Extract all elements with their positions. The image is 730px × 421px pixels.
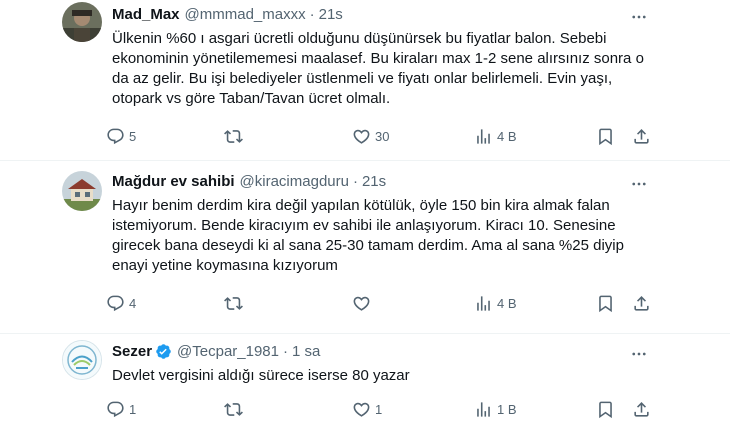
- user-handle[interactable]: @kiracimagduru: [240, 173, 349, 190]
- bookmark-icon: [596, 127, 615, 146]
- display-name[interactable]: Mağdur ev sahibi: [112, 173, 235, 190]
- reply-icon: [106, 400, 125, 419]
- display-name[interactable]: Sezer: [112, 343, 152, 360]
- tweet-1[interactable]: Mad_Max @mmmad_maxxx · 21s Ülkenin %60 ı…: [0, 0, 730, 160]
- tweet-text: Hayır benim derdim kira değil yapılan kö…: [112, 197, 624, 274]
- views-icon: [474, 294, 493, 313]
- avatar[interactable]: [62, 340, 102, 380]
- views-button[interactable]: 1 B: [474, 397, 517, 421]
- user-handle[interactable]: @Tecpar_1981: [177, 343, 279, 360]
- share-button[interactable]: [632, 397, 651, 421]
- display-name[interactable]: Mad_Max: [112, 6, 180, 23]
- reply-button[interactable]: 1: [106, 397, 136, 421]
- share-icon: [632, 127, 651, 146]
- more-icon[interactable]: [628, 173, 650, 195]
- avatar[interactable]: [62, 171, 102, 211]
- reply-icon: [106, 294, 125, 313]
- separator-dot: ·: [352, 173, 358, 190]
- bookmark-button[interactable]: [596, 397, 615, 421]
- like-icon: [352, 294, 371, 313]
- avatar[interactable]: [62, 2, 102, 42]
- views-icon: [474, 400, 493, 419]
- like-count: 30: [375, 128, 390, 144]
- retweet-icon: [224, 127, 243, 146]
- bookmark-button[interactable]: [596, 291, 615, 315]
- timestamp[interactable]: 21s: [319, 6, 343, 23]
- tweet-actions: 4 4 B: [106, 291, 656, 315]
- reply-icon: [106, 127, 125, 146]
- reply-button[interactable]: 5: [106, 124, 136, 148]
- tweet-text: Devlet vergisini aldığı sürece iserse 80…: [112, 367, 410, 384]
- more-icon[interactable]: [628, 6, 650, 28]
- views-icon: [474, 127, 493, 146]
- bookmark-button[interactable]: [596, 124, 615, 148]
- bookmark-icon: [596, 400, 615, 419]
- like-button[interactable]: 30: [352, 124, 389, 148]
- views-count: 4 B: [497, 295, 517, 311]
- like-icon: [352, 127, 371, 146]
- tweet-actions: 1 1 1 B: [106, 397, 656, 421]
- like-button[interactable]: 1: [352, 397, 382, 421]
- retweet-button[interactable]: [224, 397, 247, 421]
- share-icon: [632, 294, 651, 313]
- like-button[interactable]: [352, 291, 375, 315]
- user-handle[interactable]: @mmmad_maxxx: [185, 6, 306, 23]
- like-count: 1: [375, 401, 383, 417]
- tweet-2[interactable]: Mağdur ev sahibi @kiracimagduru · 21s Ha…: [0, 161, 730, 333]
- share-icon: [632, 400, 651, 419]
- retweet-icon: [224, 400, 243, 419]
- share-button[interactable]: [632, 291, 651, 315]
- tweet-3[interactable]: Sezer @Tecpar_1981 · 1 sa Devlet vergisi…: [0, 334, 730, 420]
- share-button[interactable]: [632, 124, 651, 148]
- verified-badge-icon: [155, 343, 172, 360]
- reply-count: 4: [129, 295, 137, 311]
- timestamp[interactable]: 1 sa: [292, 343, 320, 360]
- tweet-header: Mağdur ev sahibi @kiracimagduru · 21s: [112, 173, 386, 190]
- views-count: 4 B: [497, 128, 517, 144]
- views-count: 1 B: [497, 401, 517, 417]
- reply-count: 1: [129, 401, 137, 417]
- tweet-actions: 5 30 4 B: [106, 124, 656, 148]
- retweet-button[interactable]: [224, 291, 247, 315]
- tweet-header: Mad_Max @mmmad_maxxx · 21s: [112, 6, 343, 23]
- tweet-text: Ülkenin %60 ı asgari ücretli olduğunu dü…: [112, 30, 644, 107]
- timestamp[interactable]: 21s: [362, 173, 386, 190]
- reply-button[interactable]: 4: [106, 291, 136, 315]
- like-icon: [352, 400, 371, 419]
- views-button[interactable]: 4 B: [474, 124, 517, 148]
- retweet-button[interactable]: [224, 124, 247, 148]
- separator-dot: ·: [309, 6, 315, 23]
- separator-dot: ·: [283, 343, 288, 360]
- tweet-header: Sezer @Tecpar_1981 · 1 sa: [112, 343, 320, 360]
- more-icon[interactable]: [628, 343, 650, 365]
- reply-count: 5: [129, 128, 137, 144]
- bookmark-icon: [596, 294, 615, 313]
- views-button[interactable]: 4 B: [474, 291, 517, 315]
- retweet-icon: [224, 294, 243, 313]
